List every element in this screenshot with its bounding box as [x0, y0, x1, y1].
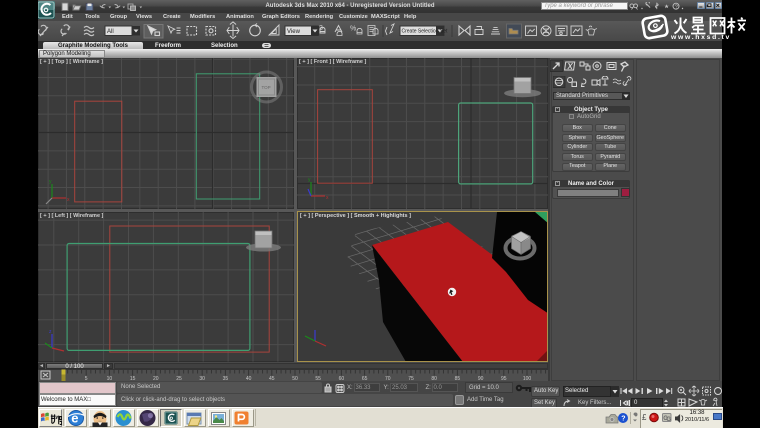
svg-text:View: View — [287, 29, 301, 35]
svg-text:?: ? — [675, 4, 678, 10]
svg-text:TOP: TOP — [262, 85, 271, 90]
svg-text:£: £ — [642, 413, 647, 422]
svg-text:%: % — [350, 26, 356, 33]
svg-text:G: G — [666, 416, 671, 422]
svg-text:www.hxsd.tv: www.hxsd.tv — [670, 34, 731, 40]
svg-text:x: x — [326, 195, 329, 201]
svg-text:All: All — [107, 29, 114, 35]
svg-text:?: ? — [621, 416, 625, 423]
svg-text:x: x — [67, 197, 70, 203]
svg-text:e: e — [71, 410, 78, 425]
svg-text:Create Selection Set: Create Selection Set — [402, 29, 448, 35]
